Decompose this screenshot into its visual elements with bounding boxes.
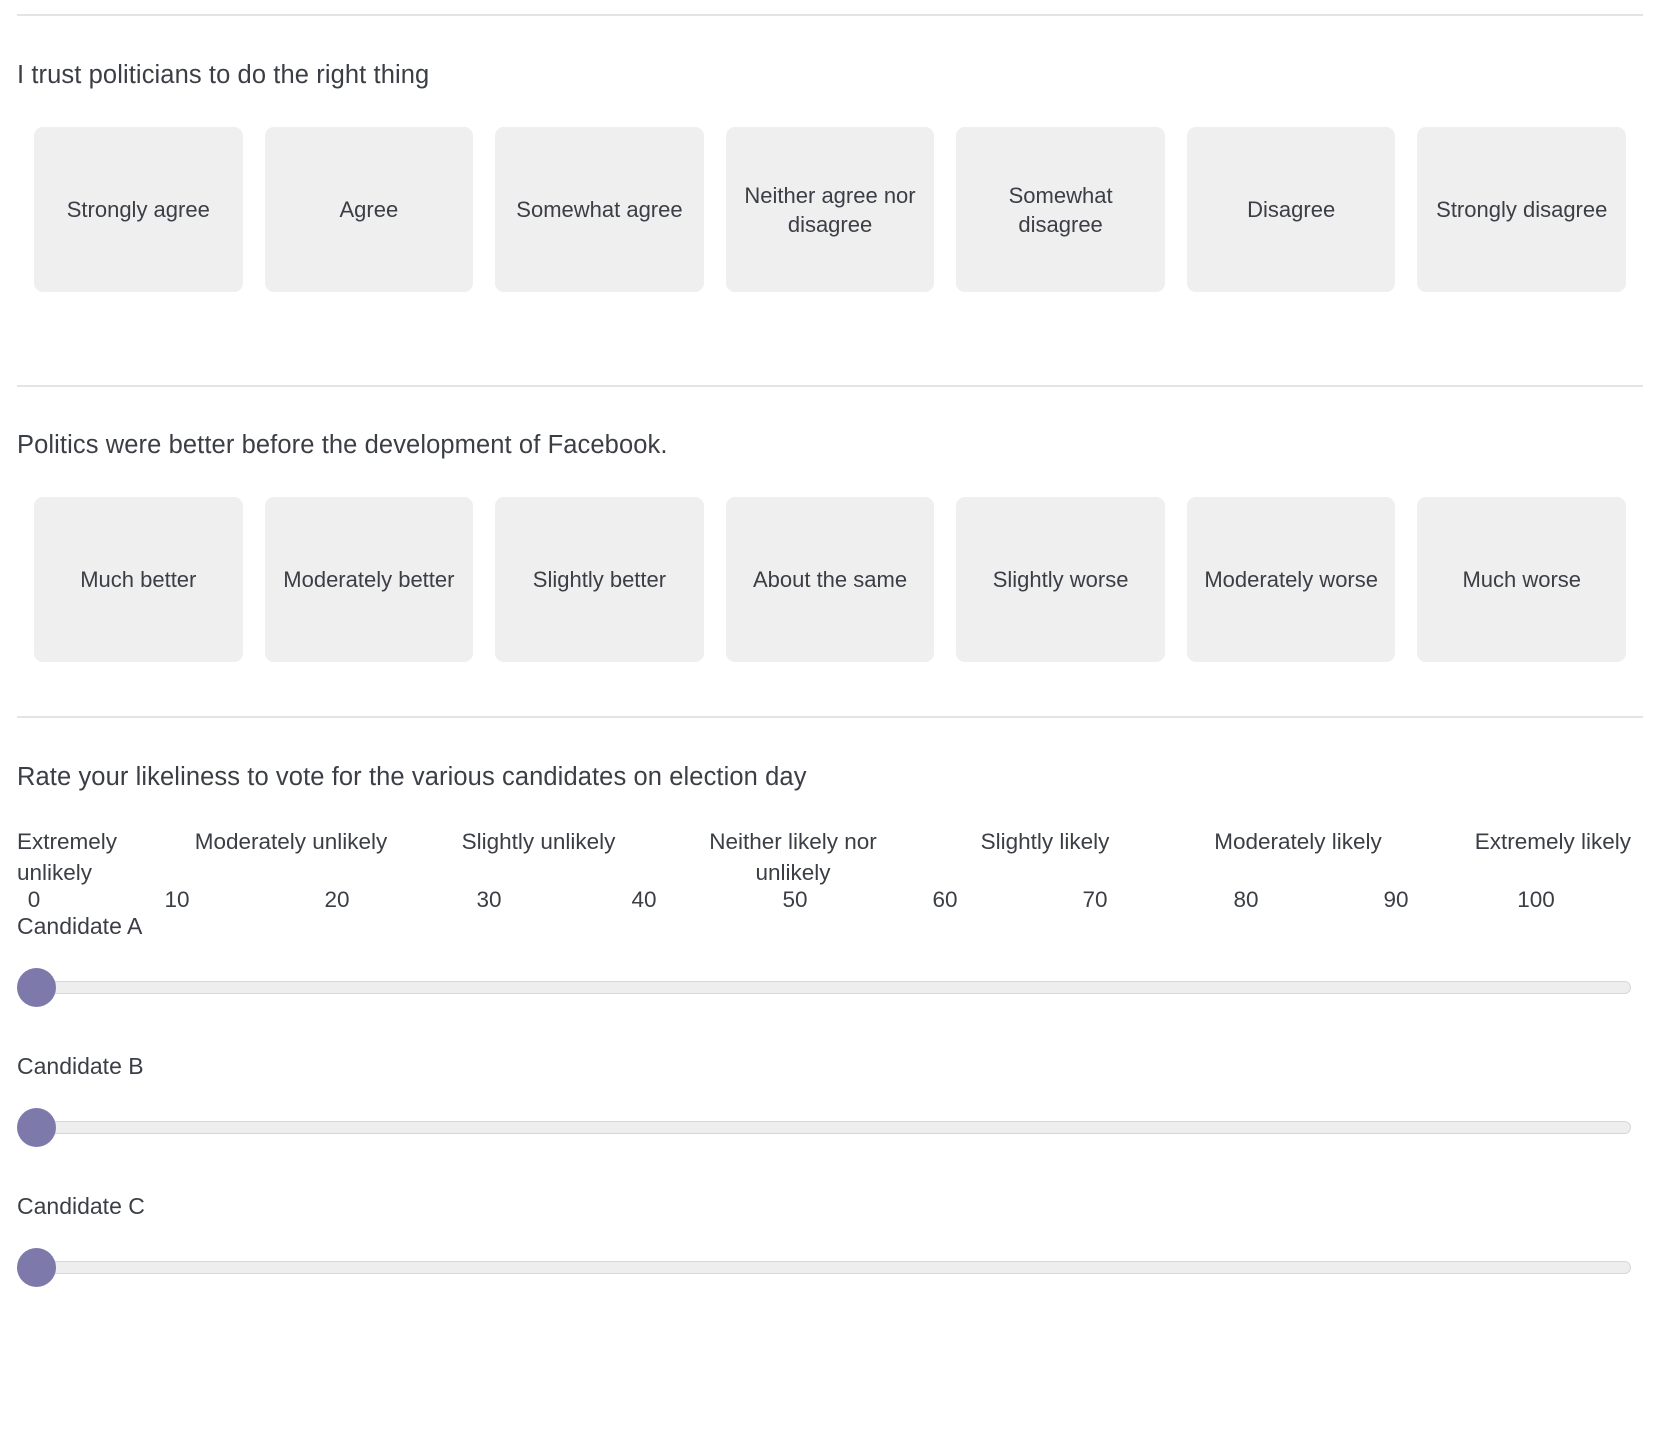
choice-label: Neither agree nor disagree [736,181,925,239]
choice-row-trust-politicians: Strongly agree Agree Somewhat agree Neit… [34,127,1626,292]
choice-button-much-worse[interactable]: Much worse [1417,497,1626,662]
question-trust-politicians: I trust politicians to do the right thin… [0,60,1660,292]
choice-button-about-the-same[interactable]: About the same [726,497,935,662]
choice-row-politics-before-facebook: Much better Moderately better Slightly b… [34,497,1626,662]
slider-track[interactable] [17,1261,1631,1274]
choice-label: Much better [80,565,196,594]
choice-label: Strongly disagree [1436,195,1607,224]
scale-anchor-row: Extremely unlikely Moderately unlikely S… [17,826,1631,886]
choice-label: Much worse [1462,565,1581,594]
scale-tick-20: 20 [317,886,357,914]
choice-label: Slightly worse [993,565,1129,594]
slider-track[interactable] [17,1121,1631,1134]
slider-label-candidate-b: Candidate B [17,1052,1631,1080]
choice-button-moderately-better[interactable]: Moderately better [265,497,474,662]
choice-button-strongly-agree[interactable]: Strongly agree [34,127,243,292]
choice-button-somewhat-agree[interactable]: Somewhat agree [495,127,704,292]
scale-tick-90: 90 [1376,886,1416,914]
choice-button-disagree[interactable]: Disagree [1187,127,1396,292]
choice-label: About the same [753,565,907,594]
scale-tick-50: 50 [775,886,815,914]
choice-label: Strongly agree [67,195,210,224]
scale-anchor-moderately-unlikely: Moderately unlikely [165,826,417,857]
section-divider-top [17,14,1643,16]
scale-tick-0: 0 [14,886,54,914]
slider-thumb-candidate-a[interactable] [17,968,56,1007]
choice-button-agree[interactable]: Agree [265,127,474,292]
section-divider-1 [17,385,1643,387]
question-candidate-likeliness: Rate your likeliness to vote for the var… [0,762,1660,1332]
scale-anchor-neither-likely-nor-unlikely: Neither likely nor unlikely [677,826,909,888]
slider-candidate-a[interactable] [17,966,1631,1006]
scale-tick-40: 40 [624,886,664,914]
slider-grid: Candidate A Candidate B Candidate C [17,912,1631,1286]
slider-candidate-c[interactable] [17,1246,1631,1286]
slider-label-candidate-a: Candidate A [17,912,1631,940]
scale-anchor-slightly-unlikely: Slightly unlikely [431,826,646,857]
choice-button-slightly-worse[interactable]: Slightly worse [956,497,1165,662]
slider-thumb-candidate-b[interactable] [17,1108,56,1147]
choice-label: Agree [340,195,399,224]
choice-label: Somewhat agree [516,195,682,224]
scale-tick-80: 80 [1226,886,1266,914]
choice-button-slightly-better[interactable]: Slightly better [495,497,704,662]
question-politics-before-facebook: Politics were better before the developm… [0,430,1660,662]
choice-button-strongly-disagree[interactable]: Strongly disagree [1417,127,1626,292]
slider-row-candidate-b: Candidate B [17,1052,1631,1146]
slider-row-candidate-a: Candidate A [17,912,1631,1006]
section-divider-2 [17,716,1643,718]
scale-tick-100: 100 [1516,886,1556,914]
scale-anchor-extremely-unlikely: Extremely unlikely [17,826,147,888]
scale-anchor-moderately-likely: Moderately likely [1183,826,1413,857]
slider-row-candidate-c: Candidate C [17,1192,1631,1286]
scale-tick-30: 30 [469,886,509,914]
slider-scale-header: Extremely unlikely Moderately unlikely S… [17,826,1631,912]
choice-label: Slightly better [533,565,666,594]
choice-button-much-better[interactable]: Much better [34,497,243,662]
scale-anchor-extremely-likely: Extremely likely [1441,826,1631,857]
choice-button-neither-agree-nor-disagree[interactable]: Neither agree nor disagree [726,127,935,292]
question-title: I trust politicians to do the right thin… [17,60,1660,90]
scale-tick-10: 10 [157,886,197,914]
choice-label: Moderately worse [1204,565,1378,594]
choice-label: Disagree [1247,195,1335,224]
question-title: Politics were better before the developm… [17,430,1660,460]
scale-tick-70: 70 [1075,886,1115,914]
choice-button-moderately-worse[interactable]: Moderately worse [1187,497,1396,662]
question-title: Rate your likeliness to vote for the var… [17,762,1660,792]
survey-page: I trust politicians to do the right thin… [0,0,1660,1452]
choice-button-somewhat-disagree[interactable]: Somewhat disagree [956,127,1165,292]
slider-label-candidate-c: Candidate C [17,1192,1631,1220]
scale-tick-60: 60 [925,886,965,914]
scale-anchor-slightly-likely: Slightly likely [955,826,1135,857]
slider-candidate-b[interactable] [17,1106,1631,1146]
choice-label: Somewhat disagree [966,181,1155,239]
slider-track[interactable] [17,981,1631,994]
slider-thumb-candidate-c[interactable] [17,1248,56,1287]
choice-label: Moderately better [283,565,454,594]
